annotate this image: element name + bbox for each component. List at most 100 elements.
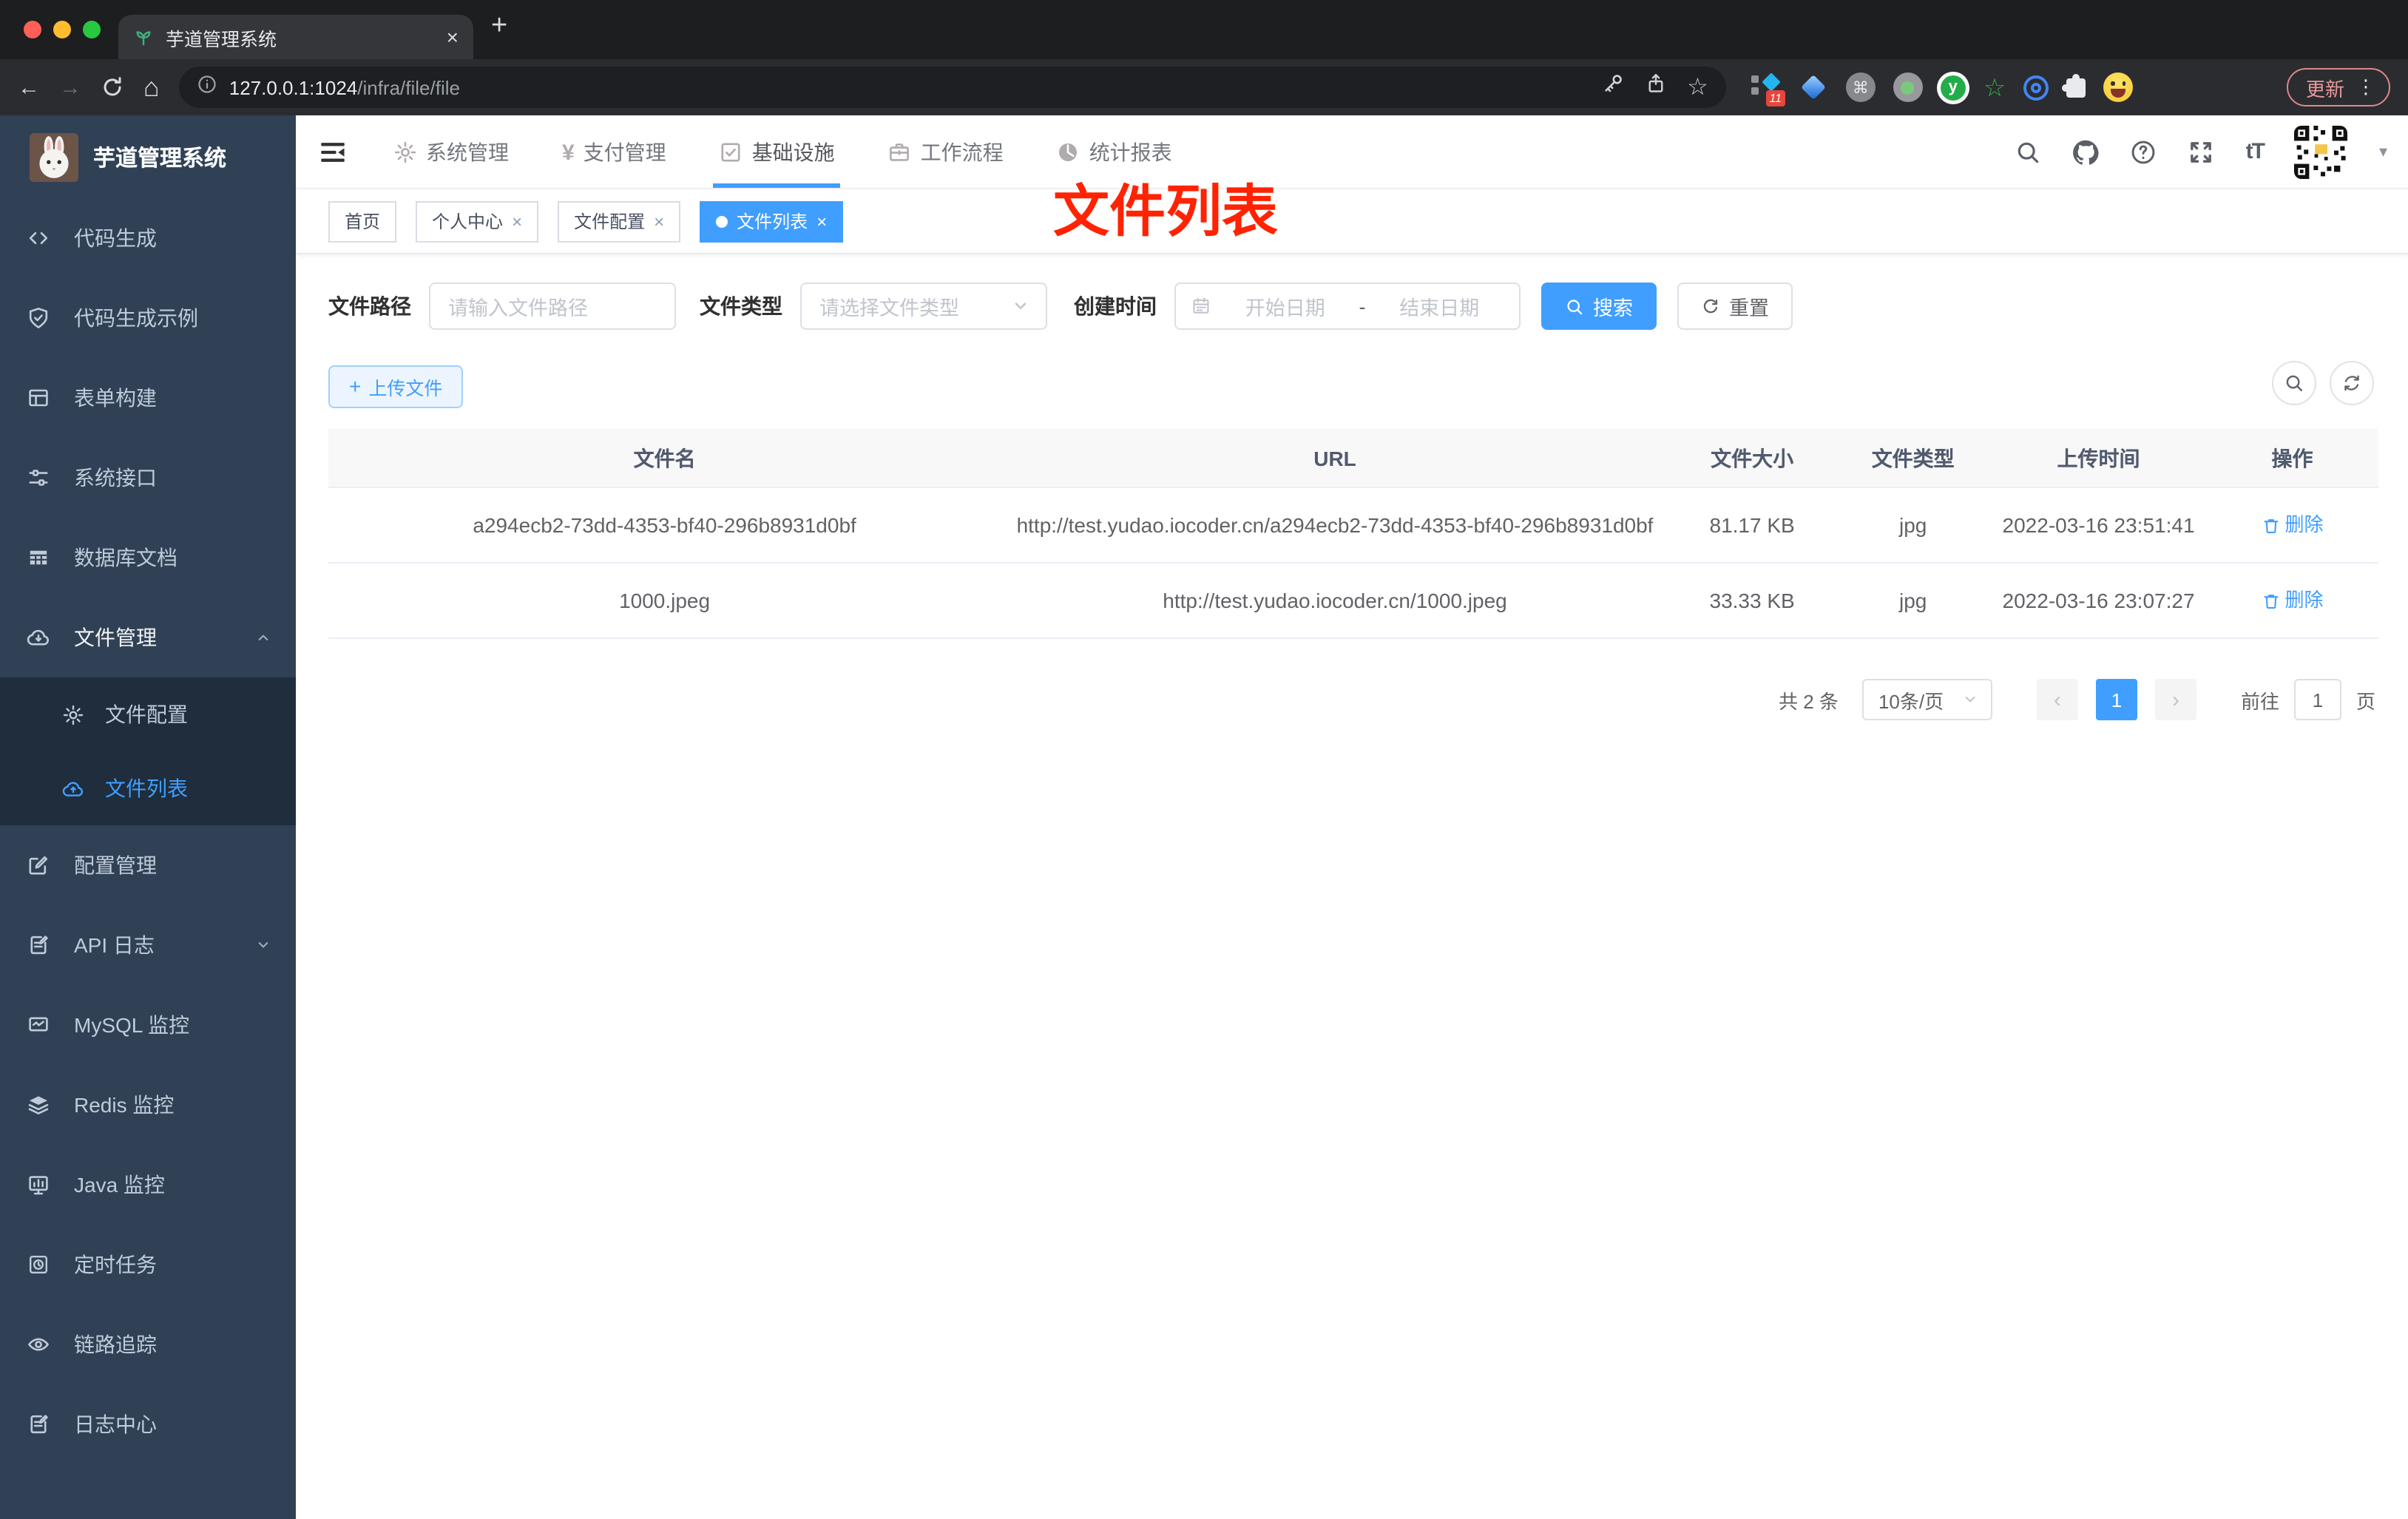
- plus-icon: +: [349, 374, 362, 398]
- bookmark-star-icon[interactable]: ☆: [1687, 72, 1708, 102]
- sidebar-fold-icon[interactable]: [317, 138, 349, 165]
- reset-button[interactable]: 重置: [1677, 283, 1793, 330]
- sidebar-item-file-config[interactable]: 文件配置: [0, 677, 296, 751]
- password-key-icon[interactable]: [1601, 72, 1623, 102]
- extension-command-icon[interactable]: ⌘: [1845, 72, 1876, 102]
- browser-menu-icon[interactable]: ⋮: [2356, 75, 2375, 99]
- github-icon[interactable]: [2073, 138, 2100, 165]
- reload-icon[interactable]: [101, 75, 124, 99]
- extension-target-icon[interactable]: [2023, 75, 2049, 100]
- close-icon[interactable]: ×: [512, 211, 522, 231]
- cell-file-name: 1000.jpeg: [619, 589, 711, 612]
- extension-diamond-icon[interactable]: 11: [1751, 72, 1785, 106]
- refresh-icon: [1701, 297, 1720, 316]
- extension-star-icon[interactable]: ☆: [1983, 75, 2006, 100]
- edit-square-icon: [27, 853, 50, 877]
- refresh-table-button[interactable]: [2330, 361, 2374, 405]
- sidebar-item-trace[interactable]: 链路追踪: [0, 1305, 296, 1384]
- sidebar-item-form-builder[interactable]: 表单构建: [0, 358, 296, 438]
- file-type-select[interactable]: 请选择文件类型: [800, 283, 1047, 330]
- home-icon[interactable]: ⌂: [143, 74, 160, 101]
- sidebar-item-system-api[interactable]: 系统接口: [0, 438, 296, 518]
- sidebar-item-java-monitor[interactable]: Java 监控: [0, 1145, 296, 1225]
- window-close-button[interactable]: [24, 21, 41, 38]
- page-number-button[interactable]: 1: [2095, 679, 2137, 720]
- tab-file-config[interactable]: 文件配置 ×: [558, 200, 681, 242]
- browser-update-button[interactable]: 更新 ⋮: [2286, 68, 2390, 106]
- sidebar-item-config-manage[interactable]: 配置管理: [0, 825, 296, 905]
- end-date-input[interactable]: 结束日期: [1375, 291, 1505, 321]
- top-nav: 系统管理 ¥ 支付管理 基础设施 工作流程 统计报表: [393, 115, 1172, 188]
- favicon-leaf-icon: [133, 27, 154, 47]
- sidebar-item-log-center[interactable]: 日志中心: [0, 1384, 296, 1464]
- tab-profile[interactable]: 个人中心 ×: [416, 200, 539, 242]
- date-range-picker[interactable]: 开始日期 - 结束日期: [1174, 283, 1521, 330]
- help-icon[interactable]: [2131, 138, 2157, 165]
- start-date-input[interactable]: 开始日期: [1220, 291, 1350, 321]
- toggle-search-button[interactable]: [2272, 361, 2316, 405]
- back-icon[interactable]: ←: [18, 76, 40, 98]
- font-size-icon[interactable]: tT: [2246, 139, 2265, 164]
- new-tab-button[interactable]: +: [491, 10, 507, 43]
- nav-item-workflow[interactable]: 工作流程: [888, 115, 1004, 188]
- chevron-down-icon: [1010, 296, 1031, 317]
- pagination: 共 2 条 10条/页 ‹ 1 › 前往 页: [328, 679, 2378, 720]
- caret-down-icon[interactable]: ▾: [2379, 142, 2387, 161]
- nav-item-report[interactable]: 统计报表: [1057, 115, 1172, 188]
- sidebar-submenu-file: 文件配置 文件列表: [0, 677, 296, 825]
- cell-upload-time: 2022-03-16 23:51:41: [2002, 513, 2195, 537]
- sidebar-item-code-gen[interactable]: 代码生成: [0, 198, 296, 278]
- extension-badge: 11: [1765, 90, 1785, 106]
- update-label: 更新: [2305, 78, 2344, 100]
- goto-page-input[interactable]: [2293, 679, 2341, 720]
- file-type-label: 文件类型: [700, 294, 782, 318]
- extension-gem-icon[interactable]: [1799, 72, 1828, 102]
- sidebar-item-api-log[interactable]: API 日志: [0, 905, 296, 985]
- upload-file-button[interactable]: + 上传文件: [328, 365, 464, 407]
- sidebar-item-scheduled-task[interactable]: 定时任务: [0, 1225, 296, 1305]
- file-path-input[interactable]: 请输入文件路径: [429, 283, 676, 330]
- trash-icon: [2261, 591, 2280, 610]
- close-icon[interactable]: ×: [654, 211, 664, 231]
- sidebar-item-file-manage[interactable]: 文件管理: [0, 598, 296, 677]
- browser-tab[interactable]: 芋道管理系统 ×: [118, 15, 473, 59]
- avatar-qr-code[interactable]: [2294, 125, 2348, 178]
- cloud-upload-icon: [62, 777, 84, 799]
- delete-button[interactable]: 删除: [2206, 488, 2378, 562]
- sidebar-item-redis-monitor[interactable]: Redis 监控: [0, 1065, 296, 1145]
- share-icon[interactable]: [1644, 72, 1666, 102]
- code-icon: [27, 226, 50, 250]
- search-icon[interactable]: [2015, 138, 2042, 165]
- address-bar[interactable]: 127.0.0.1:1024/infra/file/file ☆: [178, 67, 1726, 108]
- nav-item-system[interactable]: 系统管理: [393, 115, 509, 188]
- extension-dot-icon[interactable]: [1893, 72, 1923, 102]
- cell-file-type: jpg: [1899, 513, 1927, 537]
- page-size-select[interactable]: 10条/页: [1861, 679, 1992, 720]
- profile-emoji-icon[interactable]: [2103, 72, 2134, 102]
- gauge-icon: [1057, 140, 1080, 163]
- nav-item-payment[interactable]: ¥ 支付管理: [562, 115, 666, 188]
- window-zoom-button[interactable]: [83, 21, 101, 38]
- nav-item-infra[interactable]: 基础设施: [713, 115, 841, 188]
- next-page-button[interactable]: ›: [2154, 679, 2196, 720]
- tab-close-icon[interactable]: ×: [447, 25, 459, 49]
- sidebar-item-code-gen-demo[interactable]: 代码生成示例: [0, 278, 296, 358]
- sidebar-item-mysql-monitor[interactable]: MySQL 监控: [0, 985, 296, 1065]
- extension-y-icon[interactable]: y: [1940, 75, 1966, 100]
- tags-view-bar: 首页 个人中心 × 文件配置 × 文件列表 × 文件列表: [296, 182, 2408, 254]
- tab-home[interactable]: 首页: [328, 200, 397, 242]
- sidebar-item-db-doc[interactable]: 数据库文档: [0, 518, 296, 598]
- window-minimize-button[interactable]: [53, 21, 71, 38]
- extensions-puzzle-icon[interactable]: [2062, 73, 2086, 97]
- delete-button[interactable]: 删除: [2206, 564, 2378, 637]
- search-button[interactable]: 搜索: [1541, 283, 1657, 330]
- sidebar-item-file-list[interactable]: 文件列表: [0, 751, 296, 825]
- site-info-icon[interactable]: [197, 73, 217, 101]
- prev-page-button[interactable]: ‹: [2036, 679, 2078, 720]
- fullscreen-icon[interactable]: [2188, 138, 2215, 165]
- timer-icon: [27, 1253, 50, 1276]
- search-icon: [1565, 297, 1584, 316]
- close-icon[interactable]: ×: [816, 211, 827, 231]
- tab-file-list[interactable]: 文件列表 ×: [700, 200, 844, 242]
- forward-icon[interactable]: →: [59, 76, 81, 98]
